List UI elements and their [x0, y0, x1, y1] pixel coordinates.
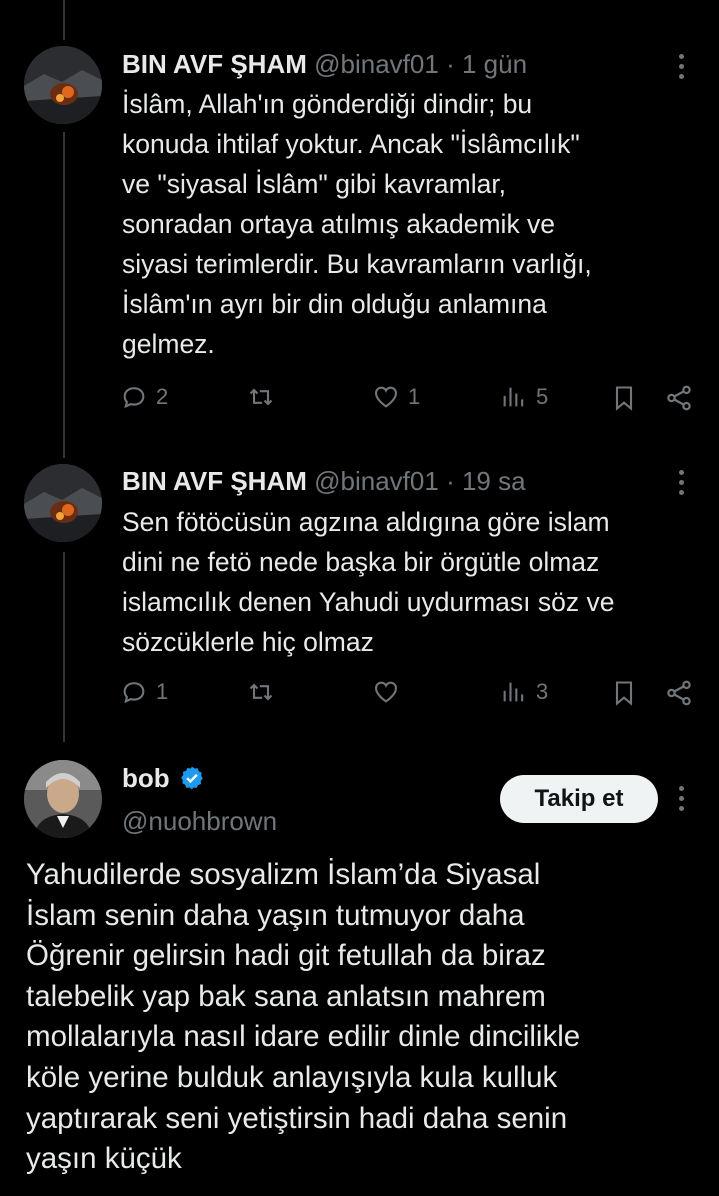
tweet-text: İslâm, Allah'ın gönderdiği dindir; bu ko… [122, 84, 689, 364]
user-handle[interactable]: @binavf01 [314, 49, 439, 79]
retweet-icon [249, 683, 273, 701]
retweet-button[interactable] [246, 678, 284, 706]
text-line: siyasi terimlerdir. Bu kavramların varlı… [122, 249, 592, 279]
like-count: 1 [408, 384, 421, 409]
text-line: talebelik yap bak sana anlatsın mahrem [26, 979, 546, 1013]
text-line: konuda ihtilaf yoktur. Ancak "İslâmcılık… [122, 129, 580, 159]
separator-dot: · [446, 466, 455, 496]
text-line: İslâm, Allah'ın gönderdiği dindir; bu [122, 89, 533, 119]
display-name[interactable]: BIN AVF ŞHAM [122, 49, 307, 79]
action-bar: 2 1 5 [120, 383, 699, 419]
text-line: yaptırarak seni yetiştirsin hadi daha se… [26, 1101, 568, 1135]
text-line: islamcılık denen Yahudi uydurması söz ve [122, 587, 615, 617]
reply-button[interactable]: 1 [120, 678, 168, 706]
text-line: sözcüklerle hiç olmaz [122, 627, 374, 657]
views-button[interactable]: 5 [500, 383, 548, 411]
reply-count: 1 [156, 679, 169, 704]
tweet-header: BIN AVF ŞHAM @binavf01 · 19 sa [122, 465, 679, 497]
user-handle[interactable]: @binavf01 [314, 466, 439, 496]
like-button[interactable]: 1 [372, 383, 420, 411]
views-icon [503, 387, 524, 407]
text-line: sonradan ortaya atılmış akademik ve [122, 209, 556, 239]
like-button[interactable] [372, 678, 408, 706]
action-bar: 1 3 [120, 678, 699, 714]
separator-dot: · [446, 49, 455, 79]
text-line: yaşın küçük [26, 1142, 182, 1176]
timestamp[interactable]: 19 sa [462, 466, 526, 496]
reply-button[interactable]: 2 [120, 383, 168, 411]
more-options-icon[interactable] [677, 54, 685, 79]
reply-icon [123, 682, 145, 704]
tweet-text: Yahudilerde sosyalizm İslam’da Siyasal İ… [26, 855, 699, 1180]
tweet-header: BIN AVF ŞHAM @binavf01 · 1 gün [122, 48, 679, 80]
bookmark-icon [615, 681, 633, 706]
views-count: 5 [536, 384, 549, 409]
avatar[interactable] [24, 46, 102, 124]
heart-icon [375, 681, 397, 703]
text-line: Sen fötöcüsün agzına aldıgına göre islam [122, 507, 610, 537]
text-line: Yahudilerde sosyalizm İslam’da Siyasal [26, 858, 541, 891]
reply-count: 2 [156, 384, 169, 409]
retweet-button[interactable] [246, 383, 284, 411]
follow-button[interactable]: Takip et [500, 775, 658, 823]
display-name[interactable]: BIN AVF ŞHAM [122, 466, 307, 496]
text-line: mollalarıyla nasıl idare edilir dinle di… [26, 1020, 581, 1054]
text-line: dini ne fetö nede başka bir örgütle olma… [122, 547, 600, 577]
share-button[interactable] [664, 383, 694, 413]
tweet-1[interactable]: BIN AVF ŞHAM @binavf01 · 1 gün İslâm, Al… [0, 0, 719, 450]
avatar[interactable] [24, 464, 102, 542]
text-line: gelmez. [122, 329, 215, 359]
text-line: Öğrenir gelirsin hadi git fetullah da bi… [26, 939, 546, 973]
display-name[interactable]: bob [122, 763, 170, 793]
avatar[interactable] [24, 760, 102, 838]
thread-line-2 [63, 552, 65, 742]
text-line: köle yerine bulduk anlayışıyla kula kull… [26, 1060, 558, 1094]
reply-icon [123, 387, 145, 409]
bookmark-button[interactable] [610, 678, 638, 708]
views-count: 3 [536, 679, 549, 704]
text-line: İslam senin daha yaşın tutmuyor daha [26, 898, 525, 932]
share-button[interactable] [664, 678, 694, 708]
more-options-icon[interactable] [677, 786, 685, 811]
heart-icon [375, 386, 397, 408]
more-options-icon[interactable] [677, 470, 685, 495]
retweet-icon [249, 388, 273, 406]
verified-badge-icon [181, 766, 203, 790]
views-icon [503, 682, 524, 702]
share-icon [667, 680, 691, 706]
text-line: ve "siyasal İslâm" gibi kavramlar, [122, 169, 507, 199]
text-line: İslâm'ın ayrı bir din olduğu anlamına [122, 289, 547, 319]
share-icon [667, 385, 691, 411]
tweet-text: Sen fötöcüsün agzına aldıgına göre islam… [122, 502, 689, 662]
bookmark-button[interactable] [610, 383, 638, 413]
views-button[interactable]: 3 [500, 678, 548, 706]
bookmark-icon [615, 386, 633, 411]
timestamp[interactable]: 1 gün [462, 49, 527, 79]
